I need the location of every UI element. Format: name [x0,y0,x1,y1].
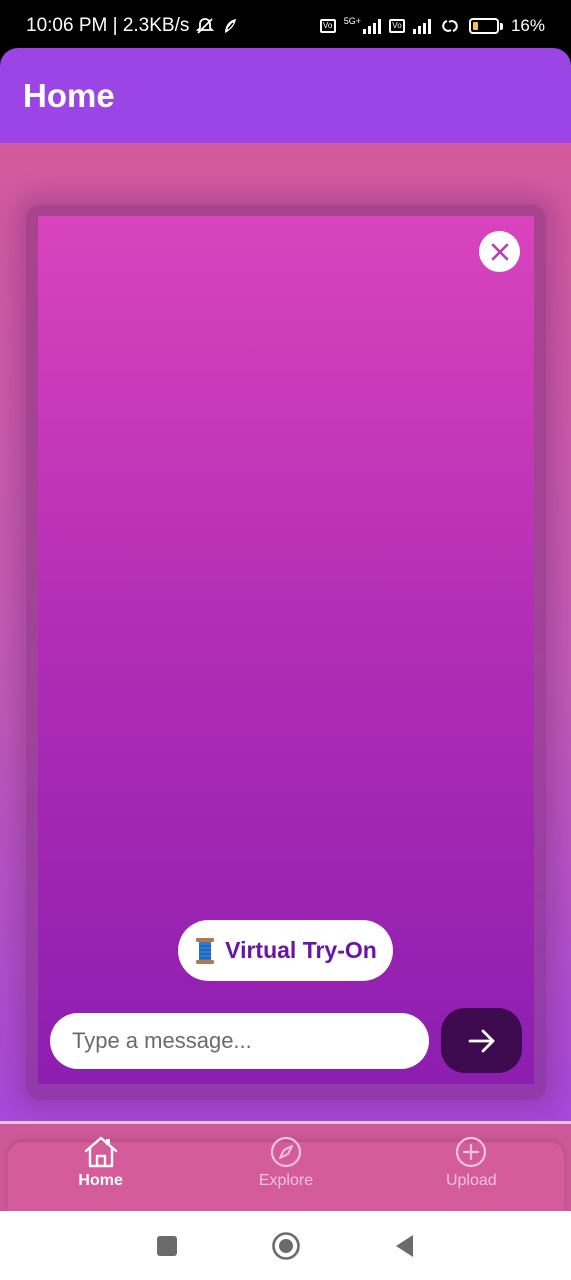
compass-icon [270,1136,302,1168]
status-time: 10:06 PM | 2.3KB/s [26,15,190,36]
nav-item-home[interactable]: Home [26,1134,176,1190]
home-system-icon[interactable] [271,1231,301,1261]
message-input[interactable] [50,1013,429,1069]
recents-icon[interactable] [155,1234,179,1258]
nav-label-home: Home [78,1172,123,1189]
app-notification-icon [225,19,237,33]
status-bar: 10:06 PM | 2.3KB/s Vo 5G+ Vo 16% [0,0,571,52]
nav-label-upload: Upload [445,1172,497,1189]
nav-label-explore: Explore [258,1172,314,1189]
network-label: 5G+ [343,16,361,26]
signal-icon [362,18,381,34]
battery-level: 16% [510,16,545,35]
main-content: Virtual Try-On [0,143,571,1123]
tryon-card: Virtual Try-On [38,216,534,1084]
bottom-nav-container: Home Explore Upload [0,1124,571,1212]
volte-icon-2: Vo [388,19,405,33]
status-left: 10:06 PM | 2.3KB/s [26,15,239,37]
thread-spool-icon [196,937,215,964]
app-header: Home [0,48,571,143]
signal-icon-2 [412,18,431,34]
back-icon[interactable] [393,1233,417,1259]
plus-circle-icon [456,1136,487,1168]
virtual-tryon-button[interactable]: Virtual Try-On [178,920,393,981]
link-icon [442,20,458,32]
nav-item-upload[interactable]: Upload [396,1134,546,1190]
status-right: Vo 5G+ Vo 16% [319,16,545,36]
bottom-nav: Home Explore Upload [8,1136,564,1212]
page-title: Home [23,76,115,114]
home-icon [84,1136,117,1168]
volte-icon: Vo [319,19,336,33]
send-button[interactable] [441,1008,522,1073]
virtual-tryon-label: Virtual Try-On [225,937,377,963]
nav-item-explore[interactable]: Explore [211,1134,361,1190]
close-button[interactable] [479,231,520,272]
arrow-right-icon [468,1029,494,1052]
mute-icon [196,18,215,34]
system-nav-bar [0,1211,571,1280]
battery-icon [468,18,503,34]
close-icon [491,243,508,260]
